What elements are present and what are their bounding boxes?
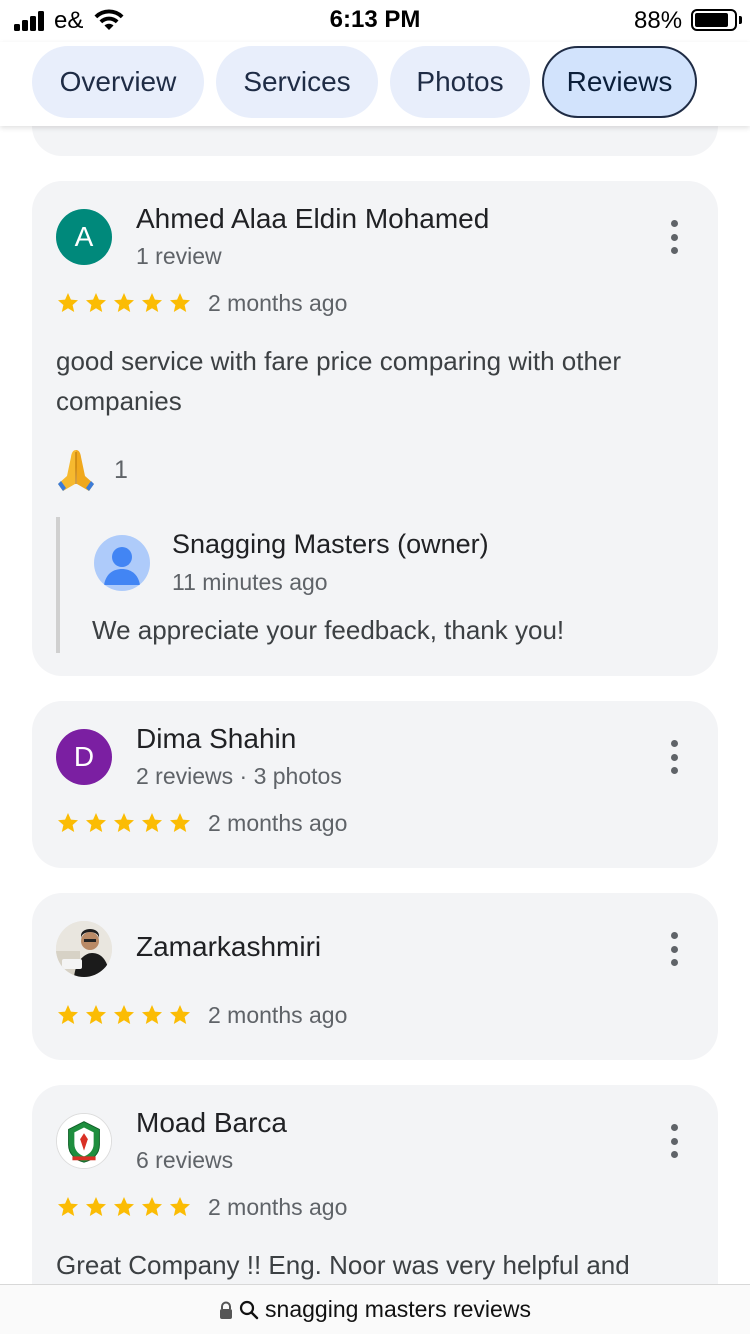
reviews-list[interactable]: A Ahmed Alaa Eldin Mohamed 1 review 2 mo…: [0, 126, 750, 1284]
reviewer-name[interactable]: Ahmed Alaa Eldin Mohamed: [136, 203, 489, 235]
review-time: 2 months ago: [208, 810, 348, 836]
battery-cap: [739, 16, 742, 24]
club-logo-icon[interactable]: [56, 1113, 112, 1169]
tab-reviews[interactable]: Reviews: [542, 46, 697, 118]
review-card: Zamarkashmiri 2 months ago: [32, 893, 718, 1060]
battery-percent: 88%: [634, 7, 683, 34]
star-icon: [114, 813, 134, 832]
star-icon: [58, 293, 78, 312]
review-card: A Ahmed Alaa Eldin Mohamed 1 review 2 mo…: [32, 181, 718, 676]
star-icon: [142, 813, 162, 832]
avatar[interactable]: A: [56, 209, 112, 265]
star-rating: [56, 811, 192, 839]
reviewer-meta: 1 review: [136, 243, 222, 269]
review-card-previous: [32, 126, 718, 156]
reviewer-name[interactable]: Zamarkashmiri: [136, 931, 321, 963]
reviewer-meta: 6 reviews: [136, 1147, 234, 1173]
star-icon: [58, 813, 78, 832]
reaction-count: 1: [114, 455, 128, 484]
more-options-icon[interactable]: [662, 1121, 686, 1161]
review-text: good service with fare price comparing w…: [56, 346, 622, 416]
tab-services[interactable]: Services: [216, 46, 378, 118]
owner-name: Snagging Masters (owner): [172, 529, 489, 559]
star-icon: [86, 1197, 106, 1216]
lock-icon: [220, 1301, 233, 1319]
review-card: D Dima Shahin 2 reviews · 3 photos 2 mon…: [32, 701, 718, 868]
reviewer-name[interactable]: Moad Barca: [136, 1107, 287, 1139]
search-icon: [239, 1300, 259, 1319]
star-icon: [170, 1005, 190, 1024]
star-icon: [142, 293, 162, 312]
profile-photo-icon[interactable]: [56, 921, 112, 977]
star-icon: [170, 1197, 190, 1216]
tab-photos[interactable]: Photos: [390, 46, 530, 118]
tab-overview[interactable]: Overview: [32, 46, 204, 118]
more-options-icon[interactable]: [662, 929, 686, 969]
status-bar: e& 6:13 PM 88%: [0, 0, 750, 42]
owner-reply-time: 11 minutes ago: [172, 569, 328, 595]
star-rating: [56, 291, 192, 319]
star-icon: [58, 1197, 78, 1216]
star-rating: [56, 1195, 192, 1223]
browser-url-bar[interactable]: snagging masters reviews: [0, 1284, 750, 1334]
star-icon: [86, 1005, 106, 1024]
reviewer-name[interactable]: Dima Shahin: [136, 723, 296, 755]
star-icon: [142, 1197, 162, 1216]
folded-hands-emoji-icon: [58, 450, 94, 491]
owner-avatar-icon: [94, 535, 150, 591]
star-icon: [86, 813, 106, 832]
owner-reply-text: We appreciate your feedback, thank you!: [92, 615, 565, 645]
reaction-button[interactable]: 1: [52, 445, 128, 495]
more-options-icon[interactable]: [662, 737, 686, 777]
owner-reply: Snagging Masters (owner) 11 minutes ago …: [56, 517, 696, 653]
review-card: Moad Barca 6 reviews 2 months ago Great …: [32, 1085, 718, 1284]
star-icon: [86, 293, 106, 312]
star-rating: [56, 1003, 192, 1031]
reviewer-meta: 2 reviews · 3 photos: [136, 763, 342, 789]
star-icon: [114, 1197, 134, 1216]
review-time: 2 months ago: [208, 1194, 348, 1220]
star-icon: [142, 1005, 162, 1024]
star-icon: [58, 1005, 78, 1024]
battery-icon: [691, 9, 737, 31]
star-icon: [170, 813, 190, 832]
more-options-icon[interactable]: [662, 217, 686, 257]
url-text: snagging masters reviews: [265, 1296, 531, 1322]
avatar[interactable]: D: [56, 729, 112, 785]
star-icon: [170, 293, 190, 312]
review-text: Great Company !! Eng. Noor was very help…: [56, 1250, 630, 1280]
review-time: 2 months ago: [208, 1002, 348, 1028]
review-time: 2 months ago: [208, 290, 348, 316]
star-icon: [114, 293, 134, 312]
star-icon: [114, 1005, 134, 1024]
place-tabs: Overview Services Photos Reviews: [0, 42, 750, 126]
